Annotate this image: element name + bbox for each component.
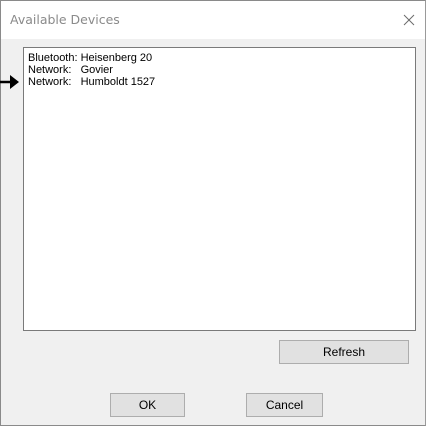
ok-button[interactable]: OK [110,393,185,417]
arrow-pointer-icon [0,75,19,89]
screen: Available Devices Bluetooth: Heisenberg … [0,0,428,428]
device-list-item[interactable]: Network: Humboldt 1527 [28,76,155,88]
device-list[interactable]: Bluetooth: Heisenberg 20 Network: Govier… [23,47,416,331]
title-bar[interactable]: Available Devices [1,1,425,39]
close-button[interactable] [399,10,419,30]
available-devices-dialog: Available Devices Bluetooth: Heisenberg … [0,0,426,426]
device-list-item[interactable]: Network: Govier [28,64,113,76]
refresh-button[interactable]: Refresh [279,340,409,364]
dialog-body: Bluetooth: Heisenberg 20 Network: Govier… [1,39,425,425]
device-list-item[interactable]: Bluetooth: Heisenberg 20 [28,52,152,64]
cancel-button[interactable]: Cancel [246,393,323,417]
dialog-title: Available Devices [10,12,120,27]
close-icon [403,14,415,26]
